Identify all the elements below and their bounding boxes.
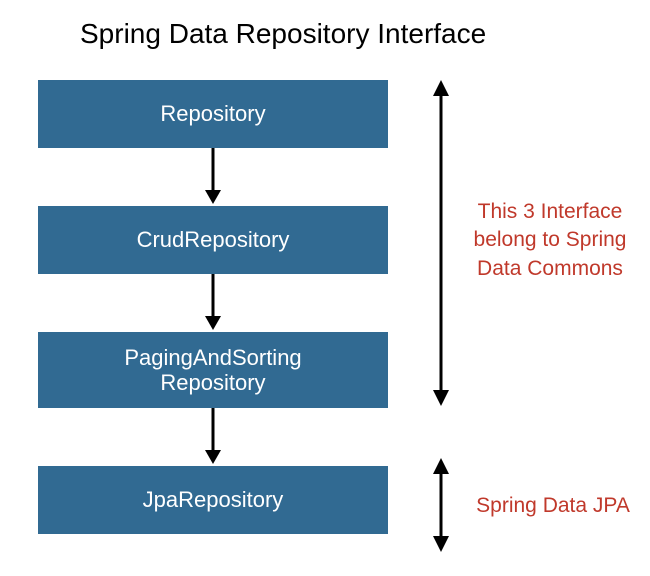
annotation-commons: This 3 Interface belong to Spring Data C… xyxy=(462,198,638,283)
box-label: CrudRepository xyxy=(137,227,290,252)
bracket-arrow-icon xyxy=(428,458,454,552)
arrow-down-icon xyxy=(38,148,388,206)
diagram-title: Spring Data Repository Interface xyxy=(80,18,486,50)
hierarchy-column: Repository CrudRepository PagingAndSorti… xyxy=(38,80,388,534)
arrow-down-icon xyxy=(38,408,388,466)
box-label: JpaRepository xyxy=(143,487,284,512)
box-crud-repository: CrudRepository xyxy=(38,206,388,274)
annotation-jpa: Spring Data JPA xyxy=(468,492,638,520)
box-label: PagingAndSortingRepository xyxy=(94,345,331,396)
arrow-down-icon xyxy=(38,274,388,332)
box-jpa-repository: JpaRepository xyxy=(38,466,388,534)
box-label: Repository xyxy=(160,101,265,126)
bracket-arrow-icon xyxy=(428,80,454,406)
box-repository: Repository xyxy=(38,80,388,148)
box-paging-and-sorting-repository: PagingAndSortingRepository xyxy=(38,332,388,408)
